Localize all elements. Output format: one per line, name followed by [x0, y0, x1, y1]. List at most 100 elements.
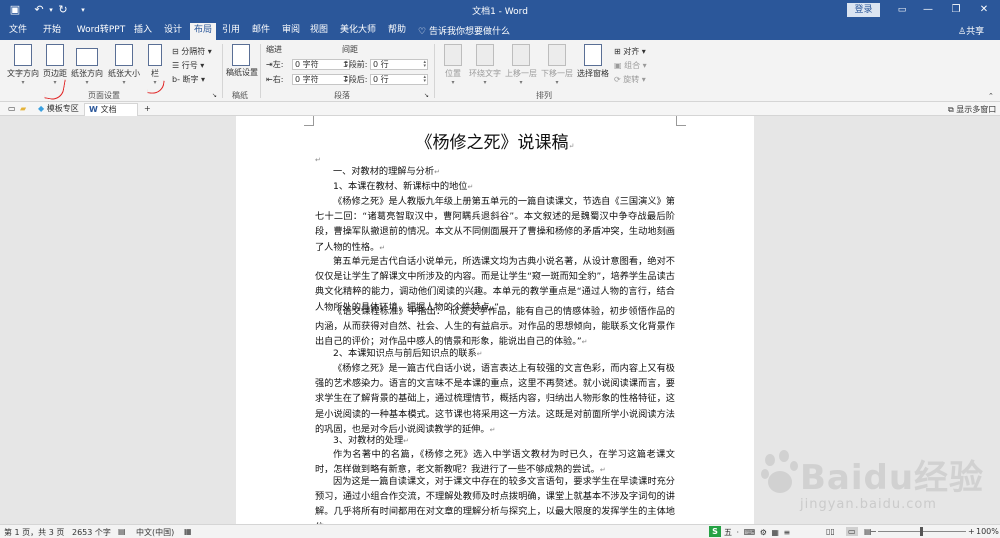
macro-record-icon[interactable]: ▦: [184, 527, 192, 536]
subsection-heading-2[interactable]: 2、本课知识点与前后知识点的联系↵: [315, 346, 675, 362]
body-paragraph[interactable]: 《杨修之死》是一篇古代白话小说，语言表达上有较强的文言色彩，而内容上又有极强的艺…: [315, 361, 675, 438]
orientation-button[interactable]: 纸张方向 ▾: [70, 44, 104, 86]
baidu-paw-icon: [761, 450, 798, 493]
paragraph-mark-icon: ↵: [476, 350, 483, 358]
document-tab-bar: ▭ ▰ ◆ 模板专区 W 文档1× + ⧉ 显示多窗口: [0, 102, 1000, 126]
hyphenation-icon: b-: [172, 75, 183, 84]
tab-view[interactable]: 视图: [306, 24, 332, 40]
zoom-in-button[interactable]: +: [968, 527, 975, 536]
subsection-heading-1[interactable]: 1、本课在教材、新课标中的地位↵: [315, 179, 675, 195]
language-status[interactable]: 中文(中国): [136, 527, 174, 538]
read-mode-icon[interactable]: ▯▯: [826, 527, 835, 536]
position-icon: [444, 44, 462, 66]
spacing-before-input[interactable]: 0 行 ▴ ▾: [370, 59, 428, 70]
spacing-title: 间距: [342, 45, 358, 54]
tab-home[interactable]: 开始: [38, 24, 66, 40]
orientation-icon: [76, 48, 98, 66]
ribbon-tabs: 文件 开始 Word转PPT 插入 设计 布局 引用 邮件 审阅 视图 美化大师…: [0, 20, 1000, 40]
hyphenation-button[interactable]: b- 断字 ▾: [172, 74, 205, 85]
print-layout-icon[interactable]: ▭: [846, 527, 858, 536]
tell-me-search[interactable]: ♡ 告诉我你想要做什么: [418, 24, 510, 37]
paragraph-mark-icon: ↵: [379, 243, 386, 252]
ime-toolbar[interactable]: 五 · ⌨ ⚙ ▦ ≡: [724, 527, 791, 538]
tab-review[interactable]: 审阅: [278, 24, 304, 40]
tab-beautify[interactable]: 美化大师: [336, 24, 380, 40]
selection-pane-button[interactable]: 选择窗格: [576, 44, 610, 79]
bring-forward-icon: [512, 44, 530, 66]
annotation-mark: [147, 79, 165, 95]
paragraph-mark-icon: ↵: [403, 437, 410, 445]
document-page[interactable]: 《杨修之死》说课稿↵ ↵ 一、对教材的理解与分析↵ 1、本课在教材、新课标中的地…: [236, 116, 754, 524]
spinner-icon[interactable]: ▴ ▾: [423, 60, 426, 69]
page-setup-dialog-launcher-icon[interactable]: ↘: [212, 92, 217, 99]
multi-window-button[interactable]: ⧉ 显示多窗口: [948, 104, 996, 115]
breaks-button[interactable]: ⊟ 分隔符 ▾: [172, 46, 212, 57]
align-icon: ⊞: [614, 47, 624, 56]
align-button[interactable]: ⊞ 对齐 ▾: [614, 46, 646, 57]
ribbon-layout: 文字方向 ▾ 页边距 ▾ 纸张方向 ▾ 纸张大小 ▾ 栏 ▾ ⊟ 分隔符 ▾ ☰…: [0, 40, 1000, 102]
position-button[interactable]: 位置 ▾: [440, 44, 466, 86]
dropdown-caret-icon: ▾: [122, 79, 126, 86]
status-bar: 第 1 页，共 3 页 2653 个字 ▤ 中文(中国) ▦ S 五 · ⌨ ⚙…: [0, 524, 1000, 538]
margins-icon: [46, 44, 64, 66]
close-button[interactable]: ✕: [970, 0, 998, 20]
zoom-slider-thumb[interactable]: [920, 527, 923, 536]
margin-corner-mark: [304, 116, 314, 126]
zoom-level[interactable]: 100%: [976, 527, 999, 536]
tab-file[interactable]: 文件: [4, 24, 32, 40]
new-tab-button[interactable]: +: [140, 103, 155, 116]
spinner-icon[interactable]: ▴ ▾: [423, 75, 426, 84]
tab-word-to-ppt[interactable]: Word转PPT: [70, 24, 132, 40]
send-backward-button[interactable]: 下移一层 ▾: [540, 44, 574, 86]
paragraph-group-label: 段落: [334, 91, 350, 100]
tab-help[interactable]: 帮助: [384, 24, 410, 40]
tab-insert[interactable]: 插入: [130, 24, 156, 40]
tab-layout[interactable]: 布局: [190, 23, 216, 40]
word-count[interactable]: 2653 个字: [72, 527, 111, 538]
restore-button[interactable]: ❐: [942, 0, 970, 20]
watermark-brand: Baidu经验: [800, 458, 985, 498]
group-objects-button[interactable]: ▣ 组合 ▾: [614, 60, 647, 71]
document-heading[interactable]: 《杨修之死》说课稿↵: [236, 128, 754, 153]
manuscript-group-label: 稿纸: [232, 91, 248, 100]
manuscript-setup-button[interactable]: 稿纸设置: [226, 44, 258, 78]
columns-icon: [148, 44, 162, 66]
body-paragraph[interactable]: 因为这是一篇自读课文，对于课文中存在的较多文言语句，要求学生在早读课时充分预习，…: [315, 474, 675, 524]
share-button[interactable]: ♙共享: [958, 24, 984, 37]
bring-forward-button[interactable]: 上移一层 ▾: [504, 44, 538, 86]
paragraph-mark-icon: ↵: [467, 183, 474, 191]
sogou-ime-icon[interactable]: S: [709, 526, 721, 537]
page-count[interactable]: 第 1 页，共 3 页: [4, 527, 64, 538]
tab-document1[interactable]: W 文档1×: [84, 103, 138, 126]
tab-template-zone[interactable]: ◆ 模板专区: [34, 103, 83, 116]
spacing-before-icon: ↥: [342, 60, 349, 69]
title-bar: ▣ ↶ ▾ ↻ ▾ 文档1 - Word 登录 ▭ — ❐ ✕: [0, 0, 1000, 20]
text-direction-button[interactable]: 文字方向 ▾: [4, 44, 42, 86]
dropdown-caret-icon: ▾: [519, 79, 523, 86]
paragraph-mark-icon: ↵: [434, 168, 440, 176]
tab-design[interactable]: 设计: [160, 24, 186, 40]
spacing-after-input[interactable]: 0 行 ▴ ▾: [370, 74, 428, 85]
minimize-button[interactable]: —: [914, 0, 942, 20]
section-heading-1[interactable]: 一、对教材的理解与分析↵: [315, 164, 675, 180]
zoom-out-button[interactable]: −: [870, 527, 877, 536]
body-paragraph[interactable]: 《杨修之死》是人教版九年级上册第五单元的一篇自读课文，节选自《三国演义》第七十二…: [315, 194, 675, 256]
proofing-icon[interactable]: ▤: [118, 527, 126, 536]
paragraph-dialog-launcher-icon[interactable]: ↘: [424, 92, 429, 99]
body-paragraph[interactable]: 《语文课程标准》中指出：“欣赏文学作品，能有自己的情感体验，初步领悟作品的内涵，…: [315, 304, 675, 351]
tab-mailings[interactable]: 邮件: [248, 24, 274, 40]
paragraph-mark-icon: ↵: [315, 156, 321, 164]
folder-icon[interactable]: ▰: [16, 103, 30, 116]
indent-left-label: ⇥左:: [266, 60, 284, 69]
line-numbers-button[interactable]: ☰ 行号 ▾: [172, 60, 204, 71]
login-button[interactable]: 登录: [847, 3, 880, 17]
wrap-text-button[interactable]: 环绕文字 ▾: [468, 44, 502, 86]
paragraph-mark-icon: ↵: [599, 466, 606, 475]
ribbon-display-options-icon[interactable]: ▭: [888, 0, 916, 20]
tab-references[interactable]: 引用: [218, 24, 244, 40]
group-separator: [434, 44, 435, 98]
size-button[interactable]: 纸张大小 ▾: [106, 44, 142, 86]
collapse-ribbon-icon[interactable]: ⌃: [988, 92, 994, 100]
rotate-button[interactable]: ⟳ 旋转 ▾: [614, 74, 646, 85]
watermark-url: jingyan.baidu.com: [800, 497, 937, 512]
